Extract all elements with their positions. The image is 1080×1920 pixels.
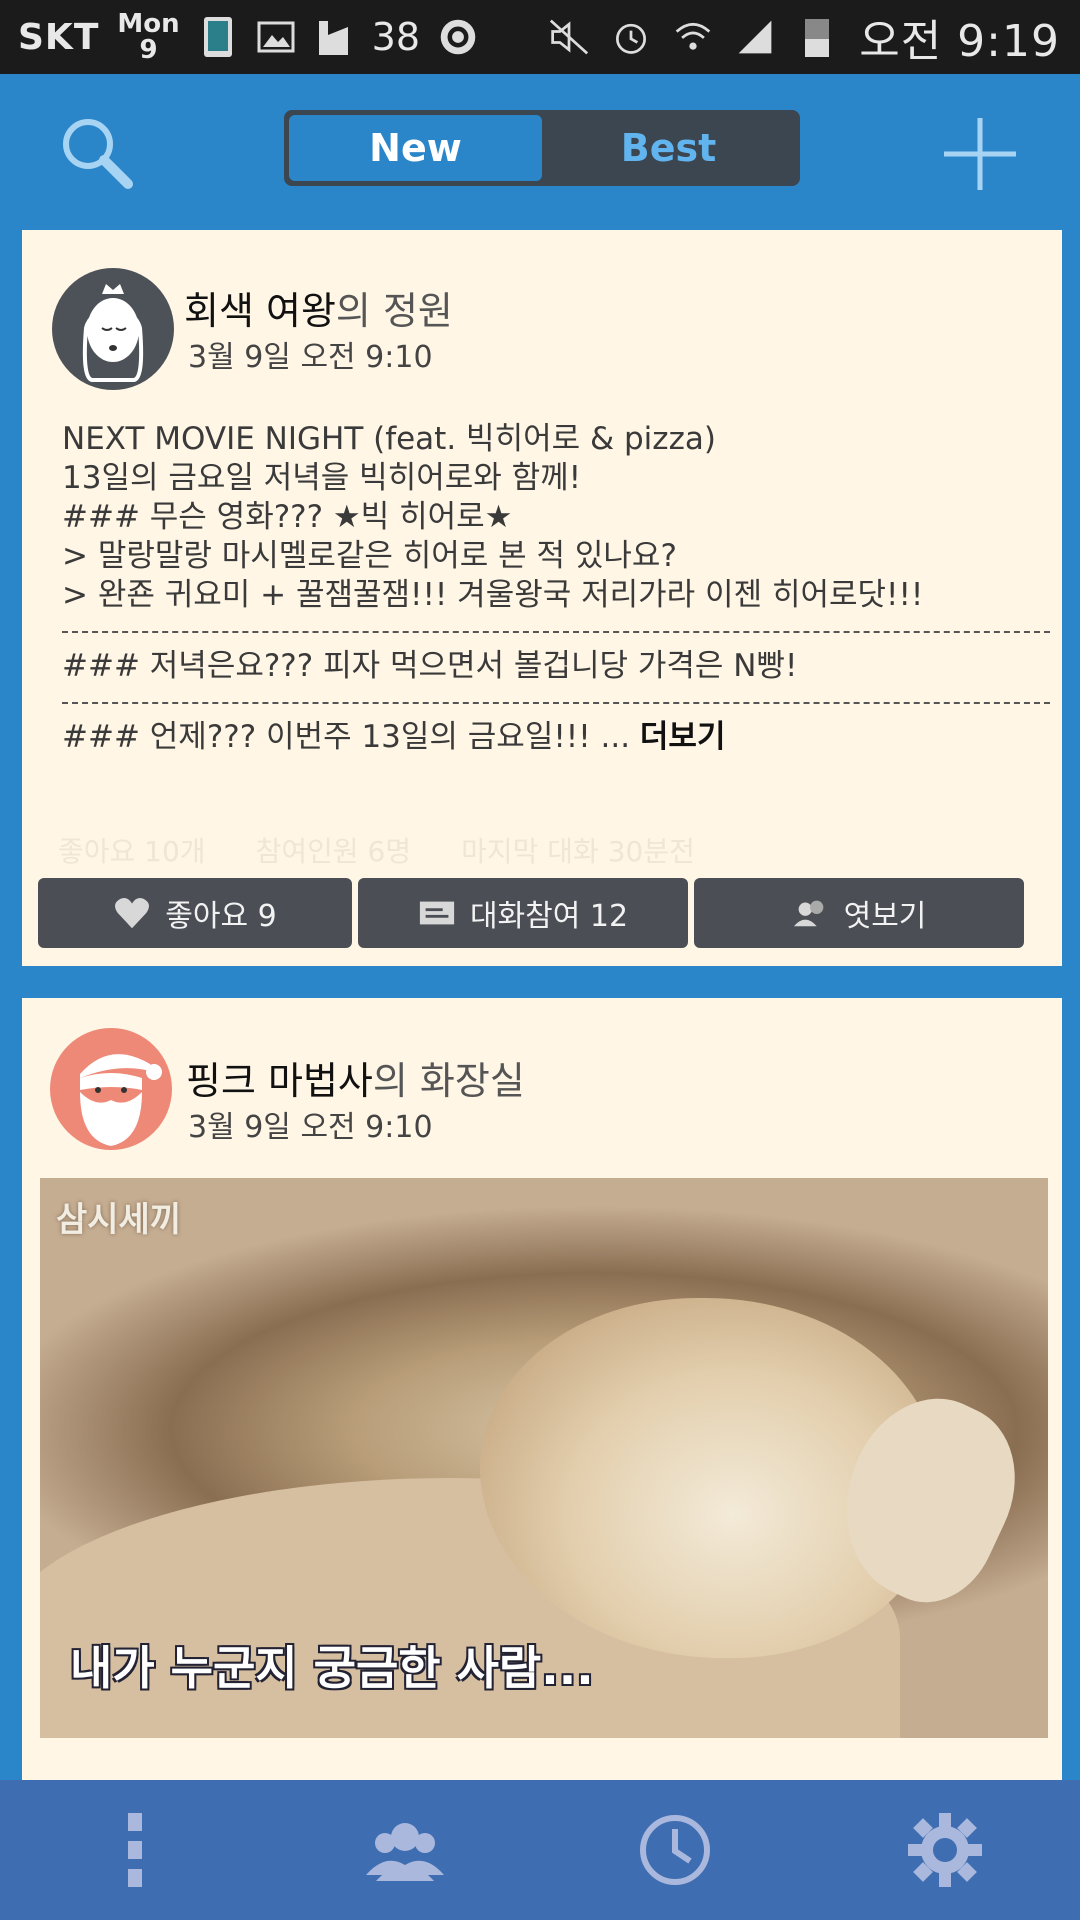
signal-icon bbox=[738, 20, 772, 54]
app-notification-icon bbox=[318, 21, 348, 55]
post-title[interactable]: 핑크 마법사의 화장실 bbox=[186, 1050, 525, 1105]
post-card[interactable]: 회색 여왕의 정원 3월 9일 오전 9:10 NEXT MOVIE NIGHT… bbox=[22, 230, 1062, 966]
body-line: ### 저녁은요??? 피자 먹으면서 볼겁니당 가격은 N빵! bbox=[62, 648, 798, 684]
like-button-label: 좋아요 9 bbox=[165, 899, 277, 934]
divider bbox=[62, 702, 1050, 704]
feed-tab-switcher: New Best bbox=[284, 110, 800, 186]
body-line: ### 무슨 영화??? ★빅 히어로★ bbox=[62, 499, 513, 535]
status-bar: SKT Mon 9 38 오전 9:19 bbox=[0, 0, 1080, 74]
santa-avatar[interactable] bbox=[50, 1028, 172, 1150]
wifi-icon bbox=[675, 22, 711, 50]
mute-icon bbox=[550, 19, 589, 55]
plus-icon[interactable] bbox=[938, 112, 1022, 196]
post-title[interactable]: 회색 여왕의 정원 bbox=[184, 280, 453, 335]
photo-watermark: 삼시세끼 bbox=[56, 1200, 182, 1240]
heart-icon bbox=[115, 897, 150, 929]
sync-icon bbox=[440, 19, 476, 55]
post-stats: 좋아요 10개 참여인원 6명 마지막 대화 30분전 bbox=[58, 830, 695, 870]
clock-icon bbox=[640, 1815, 710, 1885]
participants-stat: 참여인원 6명 bbox=[255, 835, 412, 868]
like-button[interactable]: 좋아요 9 bbox=[38, 878, 352, 948]
alarm-icon bbox=[616, 23, 647, 54]
body-line: > 완죤 귀요미 + 꿀잼꿀잼!!! 겨울왕국 저리가라 이젠 히어로닷!!! bbox=[62, 577, 924, 613]
likes-stat: 좋아요 10개 bbox=[58, 835, 206, 868]
day-number: 9 bbox=[139, 35, 158, 65]
read-more-link[interactable]: 더보기 bbox=[640, 719, 726, 755]
nav-more[interactable] bbox=[0, 1780, 270, 1920]
image-icon bbox=[257, 21, 295, 53]
body-line-last: ### 언제??? 이번주 13일의 금요일!!! ... 더보기 bbox=[62, 718, 1052, 757]
last-chat-stat: 마지막 대화 30분전 bbox=[461, 835, 695, 868]
peek-people-icon bbox=[793, 900, 823, 927]
nav-people[interactable] bbox=[270, 1780, 540, 1920]
post-photo[interactable]: 삼시세끼 내가 누군지 궁금한 사람... bbox=[40, 1178, 1048, 1738]
more-vertical-icon bbox=[128, 1813, 142, 1887]
phone-icon bbox=[203, 17, 232, 57]
post-date: 3월 9일 오전 9:10 bbox=[188, 1110, 433, 1145]
search-icon[interactable] bbox=[58, 114, 138, 194]
post-room: 의 정원 bbox=[335, 289, 453, 333]
post-date: 3월 9일 오전 9:10 bbox=[188, 340, 433, 375]
post-author[interactable]: 핑크 마법사 bbox=[186, 1059, 373, 1103]
day-name: Mon bbox=[117, 9, 180, 39]
notification-count: 38 bbox=[371, 15, 420, 59]
clock-time: 오전 9:19 bbox=[859, 16, 1060, 67]
people-icon bbox=[366, 1823, 444, 1881]
battery-icon bbox=[805, 19, 830, 57]
bottom-nav bbox=[0, 1780, 1080, 1920]
post-actions: 좋아요 9 대화참여 12 엿보기 bbox=[38, 878, 1024, 948]
post-author[interactable]: 회색 여왕 bbox=[184, 289, 336, 333]
peek-button[interactable]: 엿보기 bbox=[694, 878, 1024, 948]
carrier-label: SKT bbox=[18, 16, 100, 58]
post-room: 의 화장실 bbox=[372, 1059, 525, 1103]
day-indicator: Mon 9 bbox=[117, 11, 179, 63]
post-card[interactable]: 핑크 마법사의 화장실 3월 9일 오전 9:10 삼시세끼 내가 누군지 궁금… bbox=[22, 998, 1062, 1818]
nav-history[interactable] bbox=[540, 1780, 810, 1920]
body-line: NEXT MOVIE NIGHT (feat. 빅히어로 & pizza) bbox=[62, 421, 716, 457]
photo-caption: 내가 누군지 궁금한 사람... bbox=[70, 1641, 594, 1695]
queen-avatar[interactable] bbox=[52, 268, 174, 390]
post-body: NEXT MOVIE NIGHT (feat. 빅히어로 & pizza) 13일… bbox=[62, 420, 1052, 757]
body-line: ### 언제??? 이번주 13일의 금요일!!! ... bbox=[62, 719, 631, 755]
chat-join-button[interactable]: 대화참여 12 bbox=[358, 878, 688, 948]
gear-icon bbox=[908, 1813, 982, 1887]
chat-join-label: 대화참여 12 bbox=[469, 899, 629, 934]
body-line: 13일의 금요일 저녁을 빅히어로와 함께! bbox=[62, 460, 582, 496]
nav-settings[interactable] bbox=[810, 1780, 1080, 1920]
app-header: New Best bbox=[0, 74, 1080, 230]
body-line: > 말랑말랑 마시멜로같은 히어로 본 적 있나요? bbox=[62, 538, 677, 574]
tab-new[interactable]: New bbox=[289, 115, 542, 181]
chat-icon bbox=[419, 901, 455, 925]
peek-label: 엿보기 bbox=[843, 899, 927, 934]
tab-best[interactable]: Best bbox=[542, 115, 795, 181]
divider bbox=[62, 631, 1050, 633]
